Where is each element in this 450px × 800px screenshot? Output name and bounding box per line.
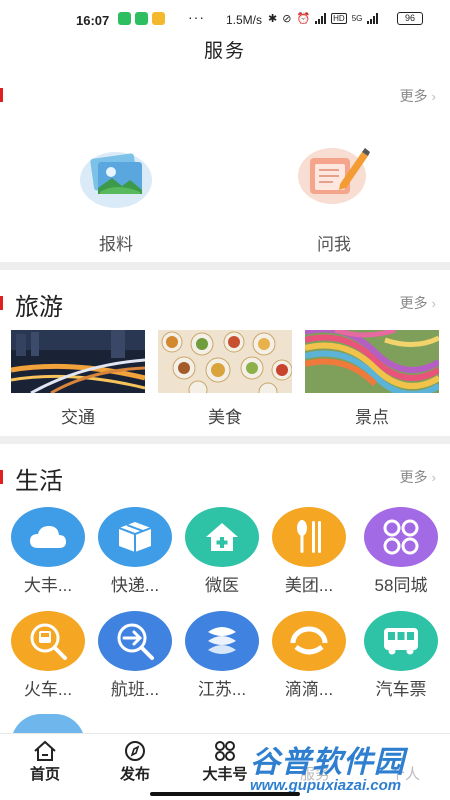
network-type: 5G [351,14,363,23]
signal-icon [367,13,379,24]
mute-icon: ⊘ [282,13,292,25]
alarm-icon: ⏰ [296,13,311,25]
status-bar: 16:07 ··· 1.5M/s ✱ ⊘ ⏰ HD 5G 96 [0,0,450,38]
section-marker [0,296,3,310]
notification-icons [118,12,165,25]
cloud-icon [11,507,85,567]
medical-service[interactable]: 微医 [183,507,261,596]
travel-title: 旅游 [15,294,63,321]
jiangsu-mobile-service[interactable]: 江苏... [183,611,261,700]
section-marker [0,88,3,102]
service-label: 快递... [110,576,160,595]
train-service[interactable]: 火车... [9,611,87,700]
scenic-image[interactable] [305,330,439,393]
chevron-right-icon: › [431,469,436,485]
service-label: 美团... [284,576,334,595]
food-label[interactable]: 美食 [158,403,292,428]
grid-circles-icon [364,507,438,567]
service-label: 航班... [110,680,160,699]
service-label: 汽车票 [375,680,427,699]
wechat-icon [135,12,148,25]
service-label: 滴滴... [284,680,334,699]
photo-report-icon[interactable] [78,142,154,218]
page-title: 服务 [203,41,246,62]
medical-home-icon [185,507,259,567]
status-time: 16:07 [76,13,110,28]
meituan-service[interactable]: 美团... [270,507,348,596]
signal-icon [315,13,327,24]
network-speed: 1.5M/s [226,13,263,27]
section-divider [0,436,450,444]
system-icons: ✱ ⊘ ⏰ HD 5G [268,12,379,25]
tab-label: 首页 [29,766,60,783]
more-button[interactable]: 更多 › [400,86,436,106]
section-divider [0,262,450,270]
section-marker [0,470,3,484]
bluetooth-icon: ✱ [268,13,278,25]
service-label: 大丰... [23,576,73,595]
food-image[interactable] [158,330,292,393]
watermark: 谷普软件园 www.gupuxiazai.com [250,735,450,800]
train-search-icon [11,611,85,671]
bus-icon [364,611,438,671]
tab-publish[interactable]: 发布 [90,740,180,784]
life-title: 生活 [15,468,63,495]
tab-home[interactable]: 首页 [0,740,90,784]
box-icon [98,507,172,567]
wechat-icon [118,12,131,25]
service-label: 微医 [205,576,239,595]
compass-icon [90,740,180,762]
ask-notepad-icon[interactable] [296,142,372,218]
mobile-logo-icon [185,611,259,671]
traffic-label[interactable]: 交通 [11,403,145,428]
express-service[interactable]: 快递... [96,507,174,596]
service-label: 江苏... [197,680,247,699]
chevron-right-icon: › [431,88,436,104]
service-label: 火车... [23,680,73,699]
travel-more-button[interactable]: 更多 › [400,293,436,313]
bus-ticket-service[interactable]: 汽车票 [362,611,440,700]
didi-icon [272,611,346,671]
scenic-label[interactable]: 景点 [305,403,439,428]
report-label[interactable]: 报料 [56,230,176,255]
didi-service[interactable]: 滴滴... [270,611,348,700]
watermark-text: 谷普软件园 [250,746,405,779]
weather-service[interactable]: 大丰... [9,507,87,596]
home-icon [0,740,90,762]
flight-service[interactable]: 航班... [96,611,174,700]
chevron-right-icon: › [431,295,436,311]
battery-icon: 96 [397,12,423,25]
home-indicator[interactable] [150,792,300,796]
hd-icon: HD [331,13,347,24]
service-label: 58同城 [374,576,428,595]
flight-search-icon [98,611,172,671]
58-service[interactable]: 58同城 [362,507,440,596]
tab-label: 发布 [119,766,150,783]
spoon-fork-icon [272,507,346,567]
traffic-image[interactable] [11,330,145,393]
notes-icon [152,12,165,25]
more-notifications-icon: ··· [188,9,205,25]
ask-me-label[interactable]: 问我 [274,230,394,255]
life-more-button[interactable]: 更多 › [400,467,436,487]
